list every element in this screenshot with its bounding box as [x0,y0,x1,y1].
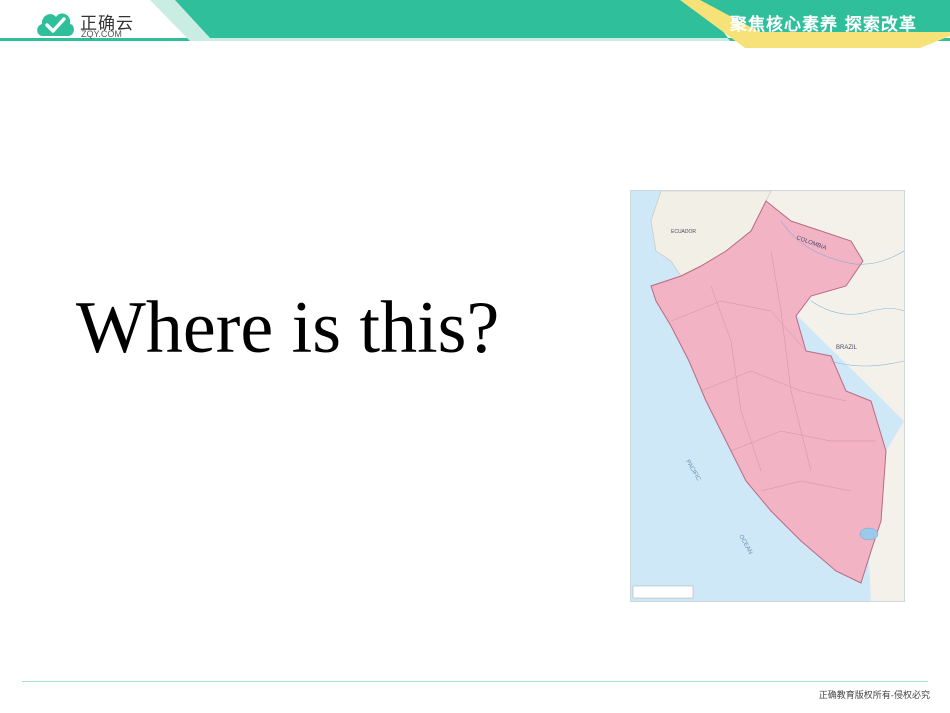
peru-map-image: COLOMBIA BRAZIL ECUADOR PACIFIC OCEAN [630,190,905,602]
cloud-check-icon [37,13,74,36]
logo: 正确云 ZQY.COM [34,6,174,40]
map-legend-box [632,585,694,599]
map-label-brazil: BRAZIL [836,345,858,351]
copyright-text: 正确教育版权所有-侵权必究 [818,691,930,701]
logo-domain: ZQY.COM [81,29,122,39]
slide-question: Where is this? [76,287,500,369]
footer-divider [22,681,928,682]
header-slogan: 聚焦核心素养 探索改革 [730,15,917,35]
header-banner: 正确云 ZQY.COM 聚焦核心素养 探索改革 [0,0,950,48]
map-label-ecuador: ECUADOR [671,229,696,235]
